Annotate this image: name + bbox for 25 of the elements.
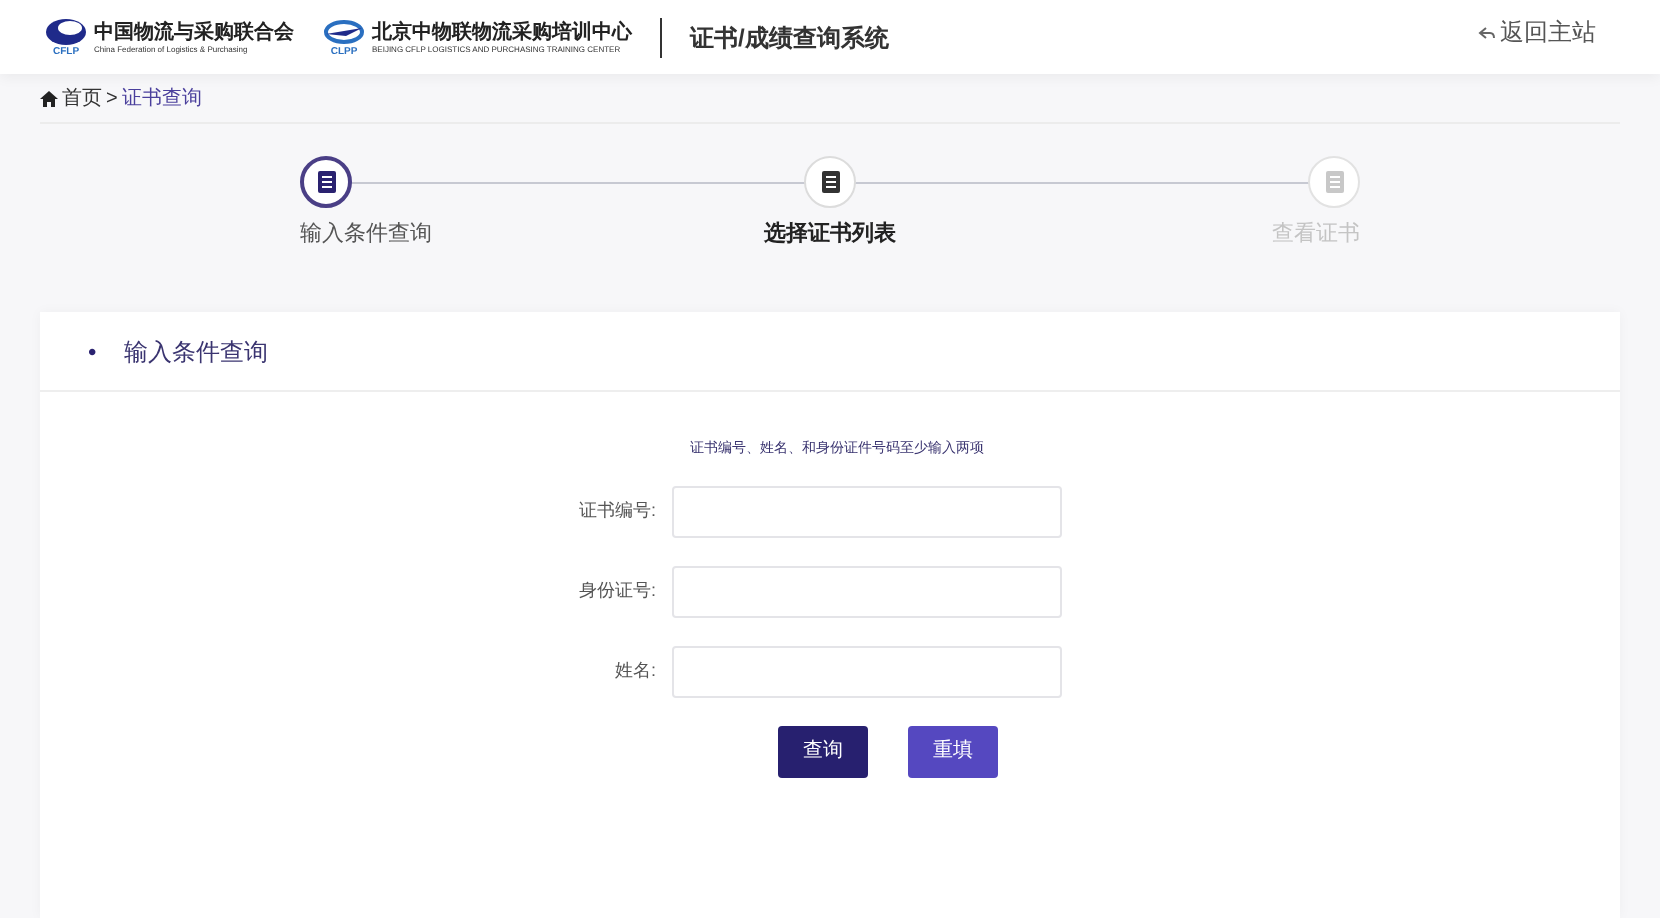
- breadcrumb-separator: >: [106, 85, 118, 113]
- step-label: 选择证书列表: [764, 219, 896, 250]
- field-label: 证书编号:: [576, 497, 658, 524]
- input-field[interactable]: [672, 485, 1062, 537]
- field-label: 身份证号:: [576, 577, 658, 604]
- document-icon: [819, 170, 841, 194]
- input-field[interactable]: [672, 645, 1062, 697]
- document-icon: [315, 170, 337, 194]
- globe-logo-icon: [44, 17, 88, 45]
- organization-name: 北京中物联物流采购培训中心: [372, 21, 632, 43]
- section-title: 输入条件查询: [124, 335, 269, 369]
- breadcrumb-home-link[interactable]: 首页: [62, 83, 102, 113]
- step-label: 输入条件查询: [300, 220, 432, 250]
- organization-name: 中国物流与采购联合会: [94, 21, 294, 43]
- form-button[interactable]: 重填: [908, 725, 998, 777]
- breadcrumb-current-link[interactable]: 证书查询: [121, 83, 202, 113]
- home-icon: [40, 89, 58, 107]
- back-link[interactable]: 返回主站: [1478, 14, 1596, 50]
- input-field[interactable]: [672, 565, 1062, 617]
- document-icon: [1323, 170, 1345, 194]
- system-title: 证书/成绩查询系统: [690, 21, 889, 55]
- back-arrow-icon: [1478, 25, 1496, 39]
- field-label: 姓名:: [612, 657, 658, 684]
- form-button[interactable]: 查询: [778, 725, 868, 777]
- section-bullet: •: [88, 335, 97, 369]
